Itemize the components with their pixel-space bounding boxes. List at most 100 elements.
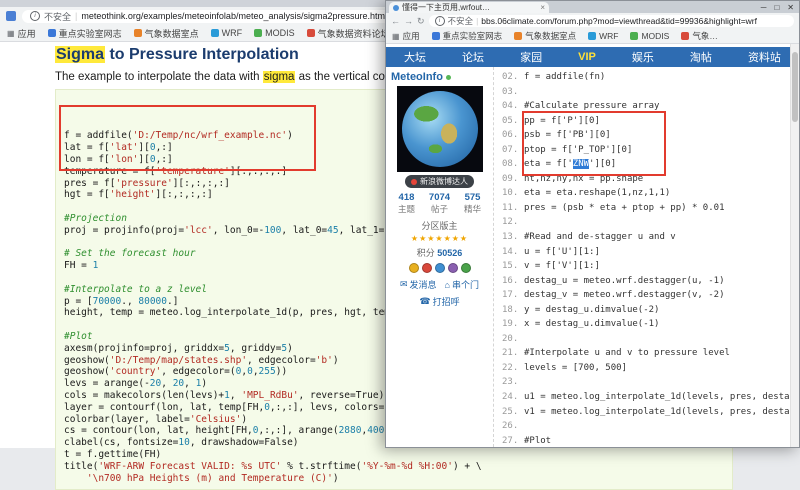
tab-close-icon[interactable]: × [540,3,545,12]
score-label: 积分 [417,248,435,258]
line-number: 03. [502,85,524,100]
scrollbar[interactable] [790,44,799,447]
profile-link-icon: ⌂ [445,280,450,290]
forum-code-line: 20. [502,332,789,347]
profile-link-打招呼[interactable]: ☎打招呼 [419,295,459,308]
bookmark-favicon [307,29,315,37]
weibo-badge[interactable]: 新浪微博达人 [405,175,474,188]
bookmark-item[interactable]: 气象数据资料论坛 [307,27,390,40]
medal-icon[interactable] [448,263,458,273]
info-icon[interactable]: i [435,16,445,26]
line-number: 11. [502,201,524,216]
forum-code-line: 11.pres = (psb * eta + ptop + pp) * 0.01 [502,201,789,216]
bookmark-item[interactable]: WRF [588,31,618,41]
bookmark-label: 气象数据室点 [145,27,199,40]
bookmark-favicon [134,29,142,37]
profile-link-label: 发消息 [410,278,437,291]
line-number: 02. [502,70,524,85]
line-number: 27. [502,434,524,447]
back-icon[interactable]: ← [391,16,400,26]
reload-icon[interactable]: ↻ [417,16,425,27]
medal-icon[interactable] [461,263,471,273]
bookmark-favicon [514,32,522,40]
profile-link-label: 打招呼 [433,295,460,308]
stat-value: 575 [464,192,481,203]
forum-nav-item[interactable]: 淘帖 [690,49,712,65]
avatar[interactable] [397,86,483,172]
bookmark-item[interactable]: 气象数据室点 [134,27,199,40]
bookmark-item[interactable]: 气象数据室点 [514,30,576,42]
medal-icon[interactable] [435,263,445,273]
maximize-button[interactable]: □ [774,3,779,12]
scrollbar-thumb[interactable] [792,52,798,122]
profile-link-label: 串个门 [452,278,479,291]
security-label: 不安全 [448,15,474,27]
forward-icon[interactable]: → [404,16,413,26]
profile-link-发消息[interactable]: ✉发消息 [400,278,437,291]
bookmark-item[interactable]: 气象… [681,30,718,42]
bookmark-label: 气象… [692,30,718,42]
bookmark-label: WRF [599,31,618,41]
info-icon[interactable]: i [30,11,40,21]
forum-code-block: 02.f = addfile(fn)03. 04.#Calculate pres… [494,67,791,447]
stat-item[interactable]: 575精华 [464,192,481,215]
code-text: levels = [700, 500] [524,363,627,373]
stat-item[interactable]: 7074帖子 [429,192,450,215]
forum-nav-item[interactable]: 论坛 [462,49,484,65]
profile-link-icon: ✉ [400,279,408,290]
code-text: x = destag_u.dimvalue(-1) [524,319,659,329]
stat-item[interactable]: 418主题 [398,192,415,215]
forum-code-line: 19.x = destag_u.dimvalue(-1) [502,317,789,332]
apps-label[interactable]: 应用 [18,27,36,40]
apps-grid-icon[interactable]: ▦ [7,29,15,38]
code-text [524,377,529,387]
user-level-stars: ★★★★★★★ [391,234,488,243]
code-text [524,217,529,227]
bookmark-item[interactable]: 重点实验室网志 [48,27,122,40]
url-text: bbs.06climate.com/forum.php?mod=viewthre… [481,16,757,26]
forum-code-line: 14.u = f['U'][1:] [502,245,789,260]
forum-code-line: 23. [502,375,789,390]
medal-icon[interactable] [422,263,432,273]
bookmark-item[interactable]: MODIS [254,28,295,38]
url-separator: | [75,11,77,21]
bookmark-item[interactable]: 重点实验室网志 [432,30,503,42]
line-number: 21. [502,346,524,361]
minimize-button[interactable]: ─ [761,3,767,12]
code-text: eta = eta.reshape(1,nz,1,1) [524,188,670,198]
username-link[interactable]: MeteoInfo [391,71,443,83]
bookmark-item[interactable]: WRF [211,28,243,38]
forum-nav-item[interactable]: 大坛 [404,49,426,65]
stat-label: 精华 [464,204,481,214]
forum-nav-item[interactable]: 家园 [520,49,542,65]
bookmark-item[interactable]: MODIS [630,31,669,41]
security-label: 不安全 [44,10,71,23]
forum-code-line: 13.#Read and de-stagger u and v [502,230,789,245]
forum-nav-item[interactable]: VIP [578,51,596,63]
code-text: f = addfile(fn) [524,72,605,82]
profile-link-串个门[interactable]: ⌂串个门 [445,278,479,291]
code-text: v = f['V'][1:] [524,261,600,271]
address-bar[interactable]: i 不安全 | bbs.06climate.com/forum.php?mod=… [429,15,794,27]
line-number: 20. [502,332,524,347]
forum-nav-item[interactable]: 资料站 [748,49,781,65]
apps-grid-icon[interactable]: ▦ [392,32,400,41]
code-text [524,334,529,344]
line-number: 19. [502,317,524,332]
bookmark-favicon [681,32,689,40]
extension-icon[interactable] [6,11,16,21]
forum-code-line: 21.#Interpolate u and v to pressure leve… [502,346,789,361]
forum-code-line: 22.levels = [700, 500] [502,361,789,376]
window-controls: ─ □ ✕ [761,1,794,13]
forum-code-line: 10.eta = eta.reshape(1,nz,1,1) [502,186,789,201]
weibo-badge-label: 新浪微博达人 [420,176,468,187]
profile-panel: MeteoInfo 新浪微博达人 418主题7074帖子575精华 分区版主 ★… [386,67,494,447]
apps-label[interactable]: 应用 [403,30,420,42]
forum-nav-item[interactable]: 娱乐 [632,49,654,65]
forum-nav: 大坛 论坛 家园 VIP 娱乐 淘帖 资料站 [386,47,799,67]
medal-icon[interactable] [409,263,419,273]
code-text: #Read and de-stagger u and v [524,232,676,242]
browser-tab[interactable]: 懂得一下主页用,wrfout… × [389,2,549,13]
close-button[interactable]: ✕ [787,3,794,12]
code-text: v1 = meteo.log_interpolate_1d(levels, pr… [524,407,791,417]
